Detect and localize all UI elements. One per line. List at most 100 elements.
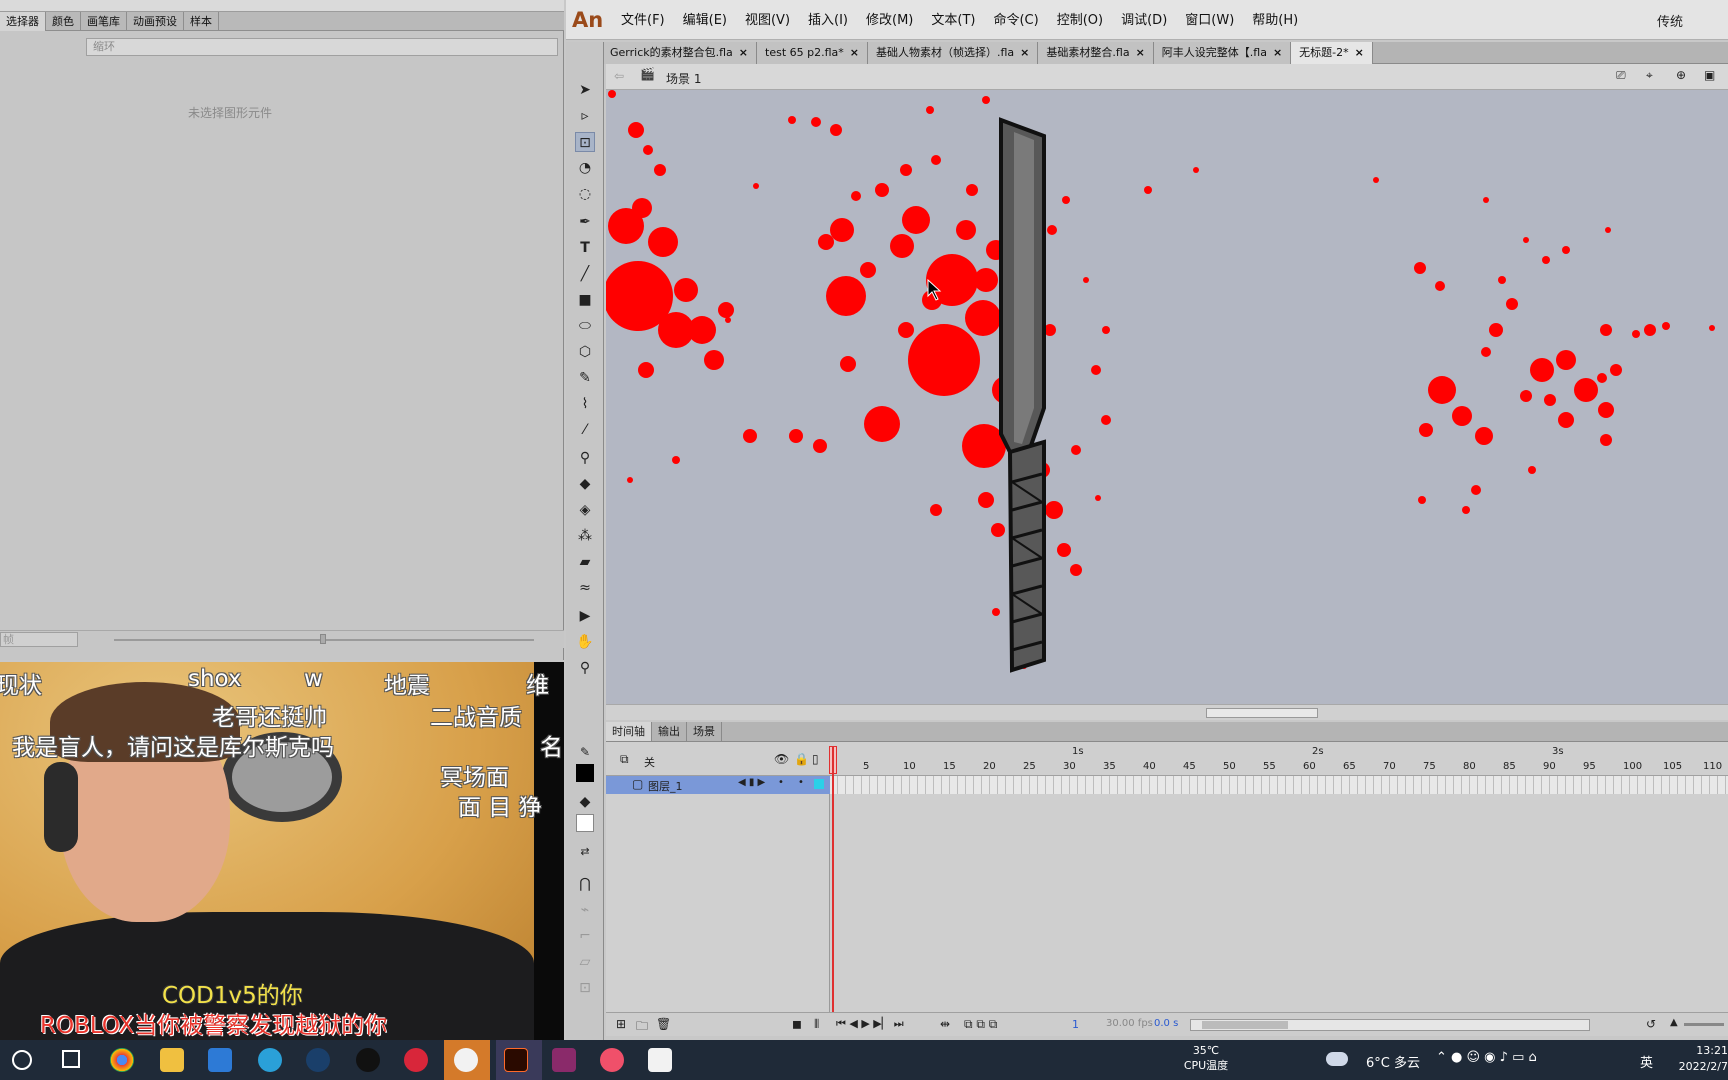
layer-name[interactable]: 图层_1 [648, 778, 683, 794]
doc-tab-active[interactable]: 无标题-2* × [1291, 42, 1373, 64]
menu-edit[interactable]: 编辑(E) [674, 12, 736, 30]
delete-layer-icon[interactable]: 🗑 [656, 1017, 671, 1031]
steam-icon[interactable] [306, 1048, 330, 1072]
menu-help[interactable]: 帮助(H) [1243, 12, 1307, 30]
snap-to-objects-icon[interactable]: ⋂ [575, 874, 595, 894]
menu-insert[interactable]: 插入(I) [799, 12, 857, 30]
tab-swatches[interactable]: 样本 [184, 12, 219, 31]
edit-scene-icon[interactable]: ⎚ [1616, 68, 1626, 83]
fill-color-swatch[interactable] [576, 814, 594, 832]
new-layer-icon[interactable]: ⊞ [616, 1017, 626, 1031]
scene-label[interactable]: 场景 1 [666, 70, 701, 87]
filter-dropdown[interactable]: 缩环 [86, 38, 558, 56]
ime-indicator[interactable]: 英 [1640, 1052, 1653, 1071]
tab-brush-library[interactable]: 画笔库 [81, 12, 127, 31]
fill-color-icon[interactable]: ◆ [575, 792, 595, 812]
layer-lock-dot[interactable]: • [798, 777, 804, 788]
3d-rotation-tool-icon[interactable]: ◔ [575, 158, 595, 178]
polystar-tool-icon[interactable]: ⬡ [575, 342, 595, 362]
camera-tool-icon[interactable]: ▶ [575, 606, 595, 626]
lasso-tool-icon[interactable]: ◌ [575, 184, 595, 204]
timeline-scroll-thumb[interactable] [1202, 1021, 1288, 1029]
menu-control[interactable]: 控制(O) [1048, 12, 1112, 30]
bone-tool-icon[interactable]: ⚲ [575, 448, 595, 468]
brush-tool-icon[interactable]: ⁄ [575, 420, 595, 440]
line-tool-icon[interactable]: ╱ [575, 264, 595, 284]
menu-commands[interactable]: 命令(C) [984, 12, 1047, 30]
subselection-tool-icon[interactable]: ▹ [575, 106, 595, 126]
eyedropper-tool-icon[interactable]: ⁂ [575, 526, 595, 546]
layer-nav-icon[interactable]: ◀ ▮ ▶ [738, 777, 765, 788]
smooth-icon[interactable]: ⌁ [575, 900, 595, 920]
menu-window[interactable]: 窗口(W) [1176, 12, 1243, 30]
current-frame[interactable]: 1 [1072, 1018, 1079, 1031]
tab-scene[interactable]: 场景 [687, 722, 722, 741]
frame-ruler[interactable]: 1510152025303540455055606570758085909510… [830, 742, 1728, 776]
zoom-tool-icon[interactable]: ⚲ [575, 658, 595, 678]
clip-content-icon[interactable]: ▣ [1704, 68, 1715, 82]
playback-controls-icon[interactable]: ⏮ ◀ ▶ ▶▏ ⏭ [836, 1017, 904, 1031]
onion-skin-icon[interactable]: ⧉ ⧉ ⧉ [964, 1017, 997, 1032]
stage-horizontal-scrollbar[interactable] [606, 704, 1728, 720]
edge-icon[interactable] [258, 1048, 282, 1072]
menu-view[interactable]: 视图(V) [736, 12, 799, 30]
doc-tab[interactable]: 基础人物素材（帧选择）.fla × [868, 42, 1039, 64]
tab-color[interactable]: 颜色 [46, 12, 81, 31]
text-tool-icon[interactable]: T [575, 238, 595, 258]
stroke-color-icon[interactable]: ✎ [575, 742, 595, 762]
eye-icon[interactable]: 👁 [774, 752, 789, 766]
menu-modify[interactable]: 修改(M) [857, 12, 922, 30]
pen-tool-icon[interactable]: ✒ [575, 212, 595, 232]
layer-row[interactable]: ▢ 图层_1 ◀ ▮ ▶ • • [606, 776, 830, 794]
back-arrow-icon[interactable]: ⇦ [614, 69, 624, 83]
edit-symbol-icon[interactable]: ⌖ [1646, 68, 1653, 83]
tab-motion-presets[interactable]: 动画预设 [127, 12, 184, 31]
recorder-icon[interactable] [600, 1048, 624, 1072]
layer-outline-color[interactable] [814, 779, 824, 789]
kfc-icon[interactable] [454, 1048, 478, 1072]
tab-timeline[interactable]: 时间轴 [606, 722, 652, 741]
mail-icon[interactable] [208, 1048, 232, 1072]
qq-icon[interactable] [356, 1048, 380, 1072]
straighten-icon[interactable]: ⌐ [575, 926, 595, 946]
timeline-zoom-slider[interactable] [1684, 1023, 1724, 1026]
center-frame-icon[interactable]: ↺ [1646, 1017, 1656, 1031]
winrar-icon[interactable] [552, 1048, 576, 1072]
close-icon[interactable]: × [850, 46, 859, 59]
elapsed-time[interactable]: 0.0 s [1154, 1018, 1178, 1029]
rectangle-tool-icon[interactable]: ■ [575, 290, 595, 310]
task-view-icon[interactable] [62, 1050, 80, 1068]
weather-text[interactable]: 6°C 多云 [1366, 1052, 1420, 1071]
fps-value[interactable]: 30.00 fps [1106, 1018, 1153, 1029]
camera-toggle-icon[interactable]: ◼ [792, 1017, 802, 1031]
pencil-tool-icon[interactable]: ✎ [575, 368, 595, 388]
clock[interactable]: 13:21 2022/2/7 [1666, 1043, 1728, 1075]
parenting-icon[interactable]: ⦀ [814, 1017, 819, 1032]
new-folder-icon[interactable]: 🗀 [636, 1017, 648, 1038]
close-icon[interactable]: × [1136, 46, 1145, 59]
stroke-color-swatch[interactable] [576, 764, 594, 782]
lock-icon[interactable]: 🔒 [794, 752, 809, 766]
workspace-mode-dropdown[interactable]: 传统 [1657, 11, 1683, 30]
chrome-icon[interactable] [110, 1048, 134, 1072]
rotate-icon[interactable]: ▱ [575, 952, 595, 972]
paint-bucket-tool-icon[interactable]: ◆ [575, 474, 595, 494]
zoom-out-icon[interactable]: ▲ [1670, 1017, 1678, 1028]
stage-scroll-thumb[interactable] [1206, 708, 1318, 718]
animate-taskbar-icon[interactable] [504, 1048, 528, 1072]
menu-text[interactable]: 文本(T) [922, 12, 984, 30]
cloud-icon[interactable] [1326, 1052, 1348, 1066]
playhead[interactable] [832, 746, 834, 1012]
oval-tool-icon[interactable]: ⬭ [575, 316, 595, 336]
close-icon[interactable]: × [739, 46, 748, 59]
selection-tool-icon[interactable]: ➤ [575, 80, 595, 100]
search-icon[interactable] [12, 1050, 32, 1070]
doc-tab[interactable]: 阿丰人设完整体【.fla × [1153, 42, 1292, 64]
ink-bottle-tool-icon[interactable]: ◈ [575, 500, 595, 520]
tab-output[interactable]: 输出 [652, 722, 687, 741]
close-icon[interactable]: × [1273, 46, 1282, 59]
doc-tab[interactable]: 基础素材整合.fla × [1038, 42, 1154, 64]
menu-file[interactable]: 文件(F) [612, 12, 674, 30]
menu-debug[interactable]: 调试(D) [1112, 12, 1176, 30]
doc-tab[interactable]: Gerrick的素材整合包.fla × [602, 42, 758, 64]
